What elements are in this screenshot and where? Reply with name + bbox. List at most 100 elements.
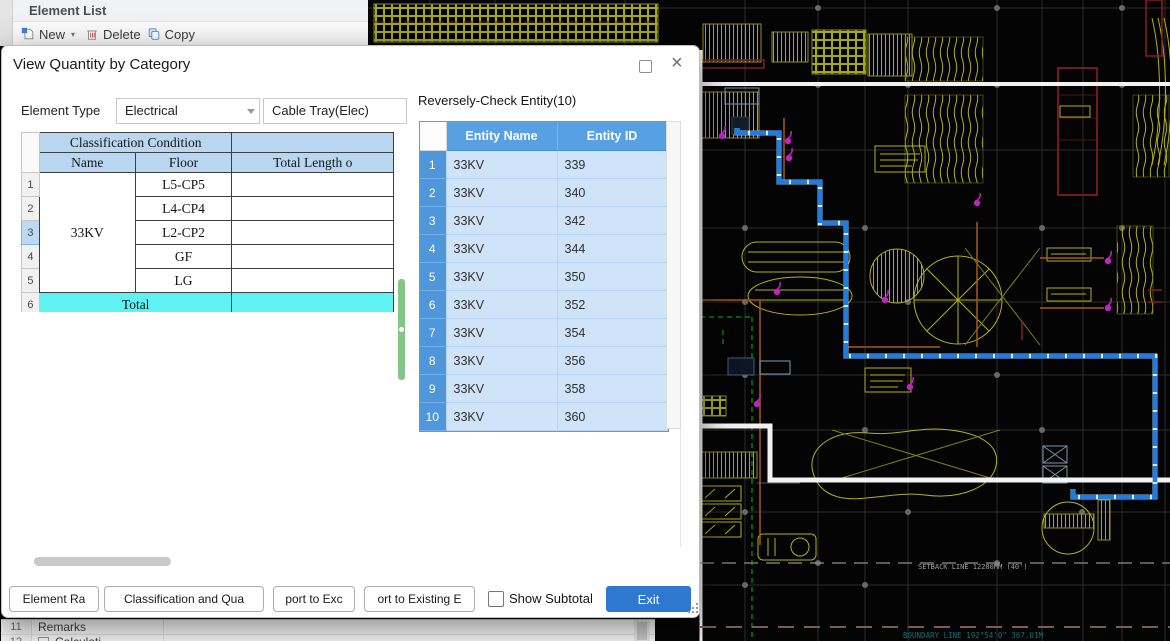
element-list-panel: Element List New ▾	[0, 0, 368, 46]
group-header-spacer	[232, 133, 394, 153]
entity-table-scrollbar[interactable]	[666, 121, 681, 429]
entity-name-cell: 33KV	[446, 347, 557, 375]
trash-icon	[85, 27, 99, 41]
total-length-cell	[232, 173, 394, 197]
horizontal-scrollbar-thumb[interactable]	[34, 557, 171, 566]
element-category-combobox[interactable]: Electrical	[116, 98, 260, 124]
entity-row-number: 2	[420, 179, 446, 207]
export-to-existing-excel-button[interactable]: ort to Existing E	[364, 586, 475, 612]
total-length-cell	[232, 221, 394, 245]
entity-corner-cell	[420, 122, 446, 151]
property-row-calculation[interactable]: 12 Calculati	[1, 635, 655, 641]
entity-row[interactable]: 933KV358	[420, 375, 667, 403]
view-quantity-dialog: View Quantity by Category × Element Type…	[1, 45, 700, 618]
new-dropdown-caret[interactable]: ▾	[71, 30, 75, 39]
row-number[interactable]: 5	[22, 269, 40, 293]
row-number[interactable]: 2	[22, 197, 40, 221]
floor-cell: GF	[135, 245, 232, 269]
entity-id-cell: 339	[557, 151, 667, 179]
property-row-number: 11	[1, 620, 32, 634]
element-list-header: Element List	[13, 0, 368, 22]
row-number[interactable]: 3	[22, 221, 40, 245]
entity-row[interactable]: 833KV356	[420, 347, 667, 375]
entity-row-number: 1	[420, 151, 446, 179]
element-subcategory-value: Cable Tray(Elec)	[272, 103, 369, 118]
entity-id-cell: 354	[557, 319, 667, 347]
entity-row[interactable]: 233KV340	[420, 179, 667, 207]
classification-name-cell: 33KV	[39, 173, 135, 293]
row-number[interactable]: 4	[22, 245, 40, 269]
classification-and-quantity-button[interactable]: Classification and Qua	[104, 586, 264, 612]
cad-boundary-text: BOUNDARY LINE 192°54'0" 367.01M	[903, 631, 1043, 640]
panel-vertical-scrollbar[interactable]	[634, 620, 650, 641]
application-window: SETBACK LINE 12200MM (40') BOUNDARY LINE…	[0, 0, 1170, 641]
entity-row-number: 4	[420, 235, 446, 263]
floor-cell: L4-CP4	[135, 197, 232, 221]
entity-id-cell: 356	[557, 347, 667, 375]
element-ratio-button[interactable]: Element Ra	[9, 586, 99, 612]
close-icon[interactable]: ×	[671, 51, 683, 75]
entity-row-number: 10	[420, 403, 446, 431]
entity-id-cell: 340	[557, 179, 667, 207]
entity-name-cell: 33KV	[446, 375, 557, 403]
entity-id-cell: 360	[557, 403, 667, 431]
element-properties-fragment: 11 Remarks 12 Calculati	[1, 619, 655, 641]
entity-row[interactable]: 533KV350	[420, 263, 667, 291]
total-length-cell	[232, 197, 394, 221]
group-header: Classification Condition	[39, 133, 232, 153]
show-subtotal-label: Show Subtotal	[509, 586, 593, 612]
col-header-entity-id: Entity ID	[557, 122, 667, 151]
calculation-checkbox[interactable]	[38, 637, 49, 641]
property-row-number: 12	[1, 635, 32, 641]
entity-row[interactable]: 133KV339	[420, 151, 667, 179]
show-subtotal-checkbox[interactable]	[488, 591, 504, 607]
entity-row[interactable]: 1033KV360	[420, 403, 667, 431]
col-header-name: Name	[39, 153, 135, 173]
element-list-toolbar: New ▾ Delete	[13, 22, 368, 46]
column-divider	[163, 635, 164, 641]
element-subcategory-combobox[interactable]: Cable Tray(Elec)	[263, 98, 407, 124]
resize-grip[interactable]	[688, 603, 698, 613]
classification-table-body: 133KVL5-CP52L4-CP43L2-CP24GF5LG	[22, 173, 394, 293]
entity-row-number: 7	[420, 319, 446, 347]
floor-cell: LG	[135, 269, 232, 293]
entity-name-cell: 33KV	[446, 235, 557, 263]
classification-row[interactable]: 133KVL5-CP5	[22, 173, 394, 197]
new-button[interactable]: New	[21, 27, 65, 42]
entity-table-body: 133KV339233KV340333KV342433KV344533KV350…	[420, 151, 667, 431]
delete-button-label: Delete	[103, 27, 141, 42]
floor-cell: L5-CP5	[135, 173, 232, 197]
property-row-label: Calculati	[49, 635, 101, 641]
total-row[interactable]: 6 Total	[22, 293, 394, 313]
floor-cell: L2-CP2	[135, 221, 232, 245]
column-divider	[163, 620, 164, 634]
entity-name-cell: 33KV	[446, 179, 557, 207]
entity-row-number: 8	[420, 347, 446, 375]
pane-splitter-handle[interactable]	[398, 279, 405, 380]
entity-name-cell: 33KV	[446, 403, 557, 431]
maximize-icon[interactable]	[639, 60, 652, 73]
copy-button[interactable]: Copy	[147, 27, 195, 42]
total-value-cell	[232, 293, 394, 313]
entity-id-cell: 344	[557, 235, 667, 263]
entity-row-number: 6	[420, 291, 446, 319]
total-label-cell: Total	[39, 293, 232, 313]
export-to-excel-button[interactable]: port to Exc	[273, 586, 355, 612]
entity-id-cell: 342	[557, 207, 667, 235]
panel-divider-line	[680, 429, 681, 547]
total-length-cell	[232, 245, 394, 269]
entity-row[interactable]: 633KV352	[420, 291, 667, 319]
entity-row-number: 5	[420, 263, 446, 291]
exit-button[interactable]: Exit	[606, 586, 691, 612]
scrollbar-thumb[interactable]	[637, 622, 647, 640]
entity-row[interactable]: 433KV344	[420, 235, 667, 263]
entity-row[interactable]: 333KV342	[420, 207, 667, 235]
property-row-remarks[interactable]: 11 Remarks	[1, 620, 655, 635]
entity-row[interactable]: 733KV354	[420, 319, 667, 347]
reversely-check-title: Reversely-Check Entity(10)	[418, 93, 576, 108]
entity-row-number: 3	[420, 207, 446, 235]
row-number[interactable]: 6	[22, 293, 40, 313]
row-number[interactable]: 1	[22, 173, 40, 197]
entity-name-cell: 33KV	[446, 319, 557, 347]
delete-button[interactable]: Delete	[85, 27, 141, 42]
